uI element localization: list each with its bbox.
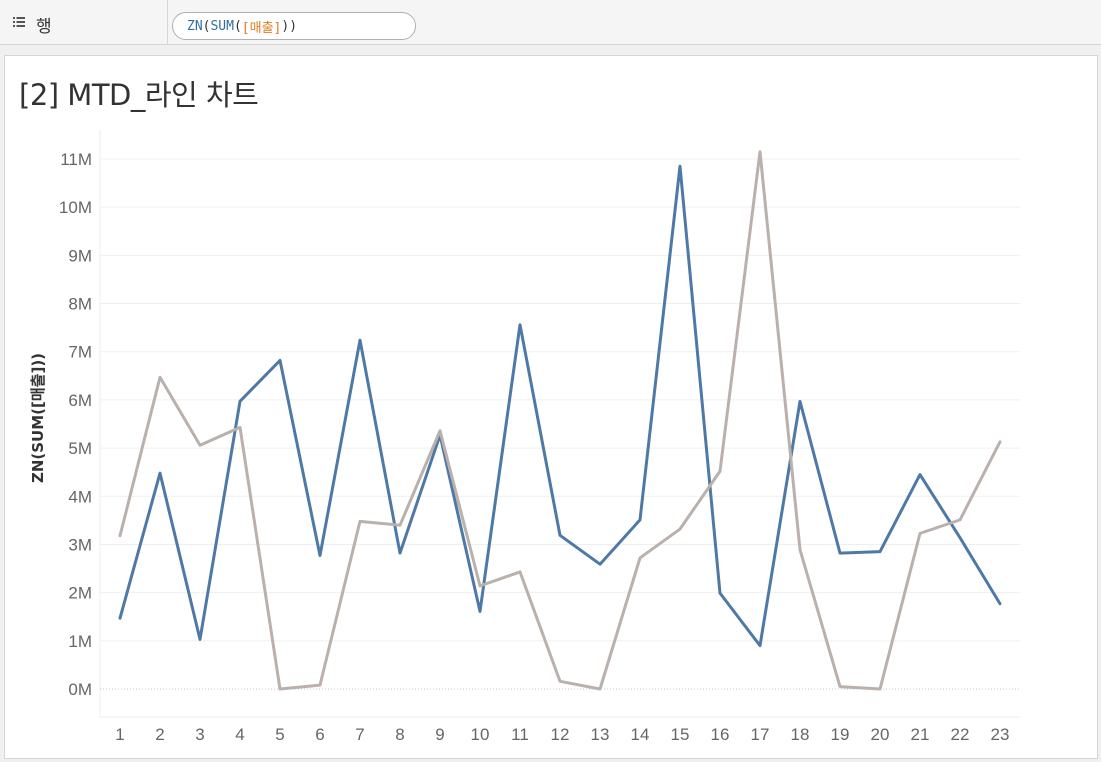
x-tick-label: 15 xyxy=(671,725,690,744)
x-tick-label: 17 xyxy=(751,725,770,744)
y-tick-label: 2M xyxy=(68,584,92,603)
x-tick-label: 4 xyxy=(235,725,244,744)
y-tick-label: 6M xyxy=(68,391,92,410)
y-tick-label: 9M xyxy=(68,246,92,265)
x-tick-label: 9 xyxy=(435,725,444,744)
y-tick-label: 10M xyxy=(59,198,92,217)
x-tick-label: 18 xyxy=(791,725,810,744)
y-tick-label: 1M xyxy=(68,632,92,651)
y-axis-title: ZN(SUM([매출])) xyxy=(29,353,47,483)
x-tick-label: 11 xyxy=(511,725,529,744)
x-tick-label: 8 xyxy=(395,725,404,744)
x-tick-label: 10 xyxy=(471,725,490,744)
x-tick-label: 19 xyxy=(831,725,850,744)
y-tick-label: 3M xyxy=(68,535,92,554)
y-tick-label: 8M xyxy=(68,295,92,314)
series-line-2 xyxy=(118,150,1002,691)
x-tick-label: 20 xyxy=(871,725,890,744)
series-line-1 xyxy=(118,164,1002,648)
line-chart: 0M1M2M3M4M5M6M7M8M9M10M11M1 2 3 4 5 6 7 8 9 10 11 1… xyxy=(29,130,1020,744)
x-tick-label: 12 xyxy=(551,725,570,744)
x-tick-label: 6 xyxy=(315,725,324,744)
x-tick-label: 2 xyxy=(155,725,164,744)
x-tick-label: 7 xyxy=(355,725,364,744)
y-tick-label: 0M xyxy=(68,680,92,699)
x-tick-label: 3 xyxy=(195,725,204,744)
x-tick-label: 14 xyxy=(631,725,650,744)
y-tick-label: 7M xyxy=(68,343,92,362)
x-tick-label: 13 xyxy=(591,725,610,744)
x-tick-label: 16 xyxy=(711,725,730,744)
y-tick-label: 4M xyxy=(68,487,92,506)
x-tick-label: 1 xyxy=(115,725,124,744)
y-tick-label: 5M xyxy=(68,439,92,458)
y-tick-label: 11M xyxy=(60,150,92,169)
x-tick-label: 22 xyxy=(951,725,970,744)
x-tick-label: 5 xyxy=(275,725,284,744)
x-tick-label: 21 xyxy=(911,725,930,744)
x-tick-label: 23 xyxy=(991,725,1010,744)
